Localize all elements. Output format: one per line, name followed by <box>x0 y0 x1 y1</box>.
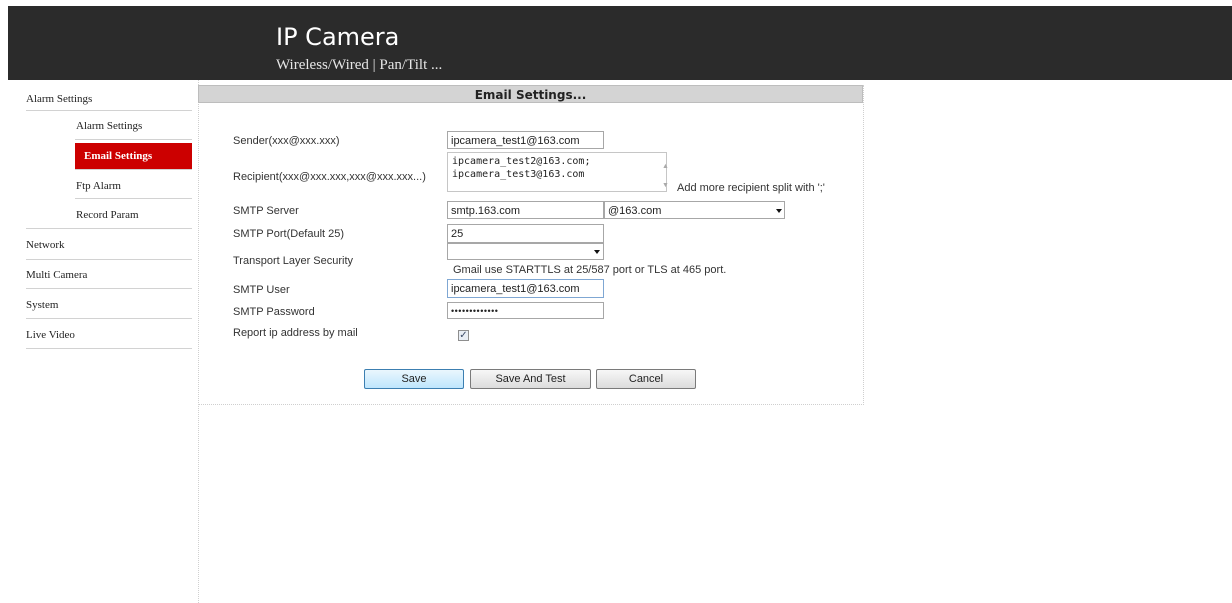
tls-label: Transport Layer Security <box>233 255 354 267</box>
divider <box>75 139 192 140</box>
sender-label: Sender(xxx@xxx.xxx) <box>233 135 340 147</box>
sidebar-sub-ftp-alarm[interactable]: Ftp Alarm <box>76 180 121 192</box>
app-subtitle: Wireless/Wired | Pan/Tilt ... <box>276 57 443 73</box>
tls-hint: Gmail use STARTTLS at 25/587 port or TLS… <box>453 264 727 276</box>
panel-title: Email Settings... <box>474 88 587 102</box>
recipient-hint: Add more recipient split with ';' <box>677 182 825 194</box>
sidebar-sub-alarm-settings[interactable]: Alarm Settings <box>76 120 142 132</box>
smtp-port-input[interactable]: 25 <box>447 224 604 243</box>
report-ip-checkbox[interactable]: ✓ <box>458 330 469 341</box>
divider <box>26 228 192 229</box>
app-title: IP Camera <box>276 23 400 51</box>
divider <box>75 169 192 170</box>
save-button[interactable]: Save <box>364 369 464 389</box>
cancel-button[interactable]: Cancel <box>596 369 696 389</box>
smtp-password-input[interactable]: ••••••••••••• <box>447 302 604 319</box>
divider <box>26 110 192 111</box>
smtp-server-label: SMTP Server <box>233 205 299 217</box>
sidebar-item-alarm-settings[interactable]: Alarm Settings <box>26 93 92 105</box>
divider <box>75 198 192 199</box>
smtp-port-label: SMTP Port(Default 25) <box>233 228 345 240</box>
sidebar-sub-email-settings-label: Email Settings <box>84 150 153 162</box>
sidebar-sub-record-param[interactable]: Record Param <box>76 209 139 221</box>
report-ip-label: Report ip address by mail <box>233 327 358 339</box>
recipient-line: ipcamera_test3@163.com <box>452 169 585 180</box>
save-and-test-button[interactable]: Save And Test <box>470 369 591 389</box>
chevron-down-icon <box>594 250 600 254</box>
smtp-server-select[interactable]: @163.com <box>604 201 785 219</box>
sidebar-item-multi-camera[interactable]: Multi Camera <box>26 269 87 281</box>
sidebar-item-network[interactable]: Network <box>26 239 65 251</box>
smtp-user-input[interactable]: ipcamera_test1@163.com <box>447 279 604 298</box>
divider <box>26 259 192 260</box>
tls-select[interactable] <box>447 243 604 260</box>
recipient-textarea[interactable]: ipcamera_test2@163.com; ipcamera_test3@1… <box>447 152 667 192</box>
app-header: IP Camera Wireless/Wired | Pan/Tilt ... <box>8 6 1232 80</box>
panel-header: Email Settings... <box>198 85 863 103</box>
sender-input[interactable]: ipcamera_test1@163.com <box>447 131 604 149</box>
smtp-server-input[interactable]: smtp.163.com <box>447 201 604 219</box>
smtp-password-label: SMTP Password <box>233 306 315 318</box>
divider <box>26 348 192 349</box>
scroll-down-icon[interactable]: ▼ <box>662 182 669 189</box>
divider <box>26 288 192 289</box>
recipient-label: Recipient(xxx@xxx.xxx,xxx@xxx.xxx...) <box>233 171 426 183</box>
divider <box>26 318 192 319</box>
sidebar-item-live-video[interactable]: Live Video <box>26 329 75 341</box>
chevron-down-icon <box>776 209 782 213</box>
smtp-user-label: SMTP User <box>233 284 290 296</box>
recipient-line: ipcamera_test2@163.com; <box>452 156 591 167</box>
smtp-server-select-value: @163.com <box>608 205 662 217</box>
sidebar-item-system[interactable]: System <box>26 299 58 311</box>
scroll-up-icon[interactable]: ▲ <box>662 163 669 170</box>
